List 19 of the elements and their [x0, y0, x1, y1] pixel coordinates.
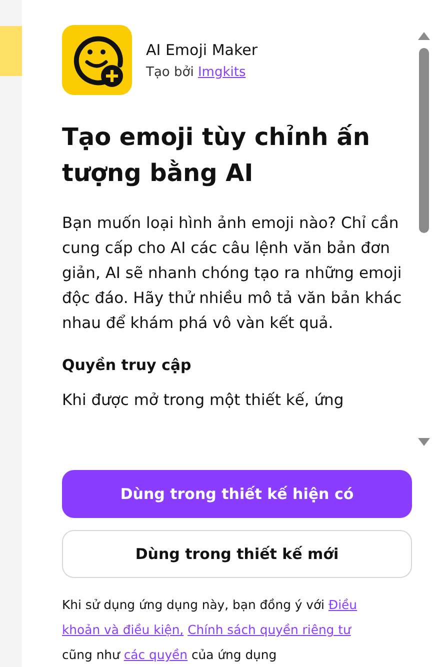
scroll-down-icon[interactable]	[418, 438, 430, 446]
description-text: Bạn muốn loại hình ảnh emoji nào? Chỉ cần cung cấp cho AI các câu lệnh văn bản đơn giản, AI sẽ nhanh chóng tạo ra những emoji độc đáo. Hãy thử nhiều mô tả văn bản khác nhau để khám phá vô vàn kết quả.	[62, 213, 403, 334]
footer-text: của ứng dụng	[191, 647, 277, 662]
primary-button[interactable]: Dùng trong thiết kế hiện có	[62, 470, 412, 518]
footer-link[interactable]: Chính sách quyền riêng tư	[188, 622, 351, 637]
scroll-up-icon[interactable]	[418, 32, 430, 40]
byline-label: Tạo bởi	[146, 64, 194, 80]
footer-link[interactable]: khoản và điều kiện,	[62, 622, 184, 637]
app-name: AI Emoji Maker	[146, 40, 258, 58]
access-text: Khi được mở trong một thiết kế, ứng	[62, 390, 345, 411]
footer-text: Khi sử dụng ứng dụng này, bạn đồng ý với	[62, 597, 325, 612]
footer-text: cũng như	[62, 647, 120, 662]
page-title: Tạo emoji tùy chỉnh ấn tượng bằng AI	[62, 122, 371, 189]
author-link[interactable]: Imgkits	[198, 64, 246, 80]
section-heading: Quyền truy cập	[62, 356, 192, 374]
secondary-button[interactable]: Dùng trong thiết kế mới	[62, 530, 412, 578]
smiley-plus-icon	[62, 25, 132, 95]
footer-link[interactable]: các quyền	[124, 647, 188, 662]
footer-link[interactable]: Điều	[328, 597, 357, 612]
